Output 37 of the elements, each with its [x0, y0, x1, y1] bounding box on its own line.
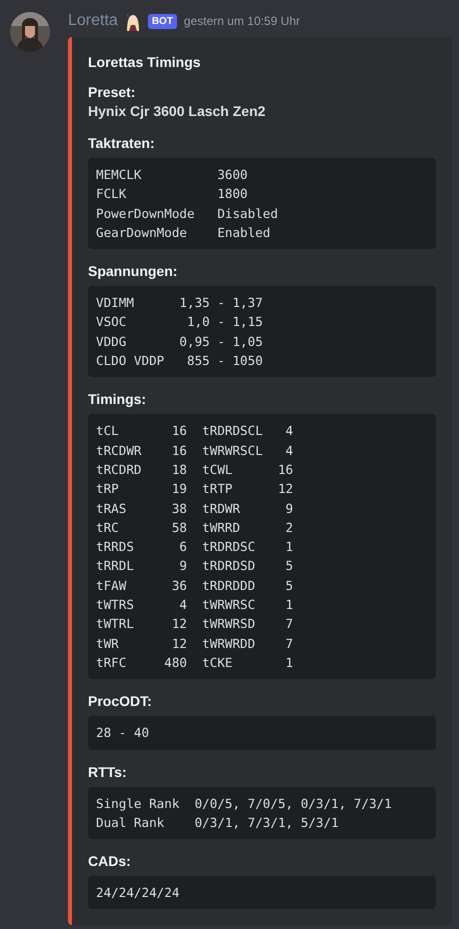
code-line: tRFC 480 tCKE 1	[96, 654, 294, 672]
code-line: 28 - 40	[96, 724, 150, 742]
embed-title: Lorettas Timings	[88, 54, 202, 70]
code-line: tRP 19 tRTP 12	[96, 480, 294, 498]
field-name: Timings:	[88, 390, 148, 408]
code-line: GearDownMode Enabled	[96, 224, 272, 242]
code-line: tRRDL 9 tRDRDSD 5	[96, 557, 294, 576]
code-line: 24/24/24/24	[96, 884, 180, 902]
code-line: tRC 58 tWRRD 2	[96, 518, 294, 537]
timestamp: gestern um 10:59 Uhr	[184, 14, 300, 28]
code-line: tRRDS 6 tRDRDSC 1	[96, 538, 294, 556]
code-line: PowerDownMode Disabled	[96, 204, 279, 223]
code-line: tRCDRD 18 tCWL 16	[96, 460, 294, 479]
code-line: FCLK 1800	[96, 185, 249, 204]
code-line: tCL 16 tRDRDSCL 4	[96, 422, 294, 440]
code-line: VDIMM 1,35 - 1,37	[96, 294, 264, 312]
code-line: Single Rank 0/0/5, 7/0/5, 0/3/1, 7/3/1	[96, 794, 393, 813]
field-name: Preset:	[88, 83, 136, 101]
code-line: tWTRL 12 tWRWRSD 7	[96, 615, 294, 634]
code-line: MEMCLK 3600	[96, 166, 249, 184]
code-line: Dual Rank 0/3/1, 7/3/1, 5/3/1	[96, 814, 340, 832]
field-name: RTTs:	[88, 762, 128, 781]
bot-tag: BOT	[148, 14, 177, 28]
code-line: VSOC 1,0 - 1,15	[96, 313, 264, 332]
field-name: Spannungen:	[88, 262, 178, 280]
field-value: Hynix Cjr 3600 Lasch Zen2	[88, 102, 266, 121]
code-line: VDDG 0,95 - 1,05	[96, 332, 264, 351]
code-line: CLDO VDDP 855 - 1050	[96, 352, 264, 370]
code-line: tRCDWR 16 tWRWRSCL 4	[96, 442, 294, 460]
code-line: tRAS 38 tRDWR 9	[96, 500, 294, 518]
field-name: ProcODT:	[88, 692, 153, 710]
code-line: tFAW 36 tRDRDDD 5	[96, 576, 294, 595]
code-line: tWTRS 4 tWRWRSC 1	[96, 596, 294, 614]
author-name[interactable]: Loretta	[68, 12, 118, 30]
field-name: CADs:	[88, 852, 132, 870]
field-name: Taktraten:	[88, 134, 156, 152]
code-line: tWR 12 tWRWRDD 7	[96, 634, 294, 653]
